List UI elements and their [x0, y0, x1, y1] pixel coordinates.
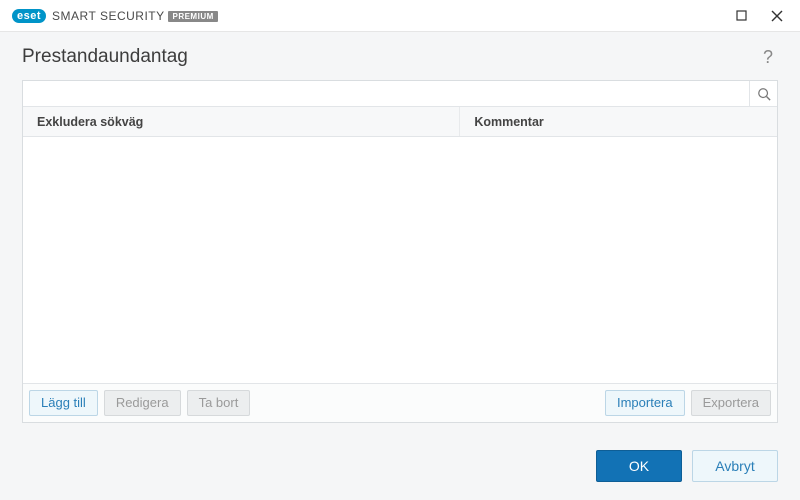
import-button[interactable]: Importera: [605, 390, 685, 416]
close-icon: [771, 10, 783, 22]
action-row: Lägg till Redigera Ta bort Importera Exp…: [23, 383, 777, 422]
table-header: Exkludera sökväg Kommentar: [23, 107, 777, 137]
close-button[interactable]: [760, 2, 794, 30]
column-header-path[interactable]: Exkludera sökväg: [23, 107, 460, 136]
eset-logo-badge: eset: [12, 9, 46, 23]
help-icon[interactable]: ?: [758, 47, 778, 68]
cancel-button[interactable]: Avbryt: [692, 450, 778, 482]
product-name: SMART SECURITY PREMIUM: [52, 9, 218, 23]
search-button[interactable]: [749, 81, 777, 106]
search-icon: [757, 87, 771, 101]
titlebar: eset SMART SECURITY PREMIUM: [0, 0, 800, 32]
column-header-comment[interactable]: Kommentar: [460, 115, 777, 129]
maximize-button[interactable]: [724, 2, 758, 30]
exclusions-panel: Exkludera sökväg Kommentar Lägg till Red…: [22, 80, 778, 423]
delete-button[interactable]: Ta bort: [187, 390, 251, 416]
dialog-footer: OK Avbryt: [0, 436, 800, 500]
table-body: [23, 137, 777, 383]
export-button[interactable]: Exportera: [691, 390, 771, 416]
edit-button[interactable]: Redigera: [104, 390, 181, 416]
product-name-prefix: SMART: [52, 9, 96, 23]
page-title: Prestandaundantag: [22, 46, 188, 68]
premium-badge: PREMIUM: [168, 11, 217, 22]
window-controls: [724, 2, 794, 30]
add-button[interactable]: Lägg till: [29, 390, 98, 416]
search-input[interactable]: [23, 81, 749, 106]
page-header: Prestandaundantag ?: [0, 32, 800, 80]
product-logo: eset SMART SECURITY PREMIUM: [12, 9, 218, 23]
ok-button[interactable]: OK: [596, 450, 682, 482]
search-row: [23, 81, 777, 107]
product-name-suffix: SECURITY: [100, 9, 165, 23]
maximize-icon: [736, 10, 747, 21]
